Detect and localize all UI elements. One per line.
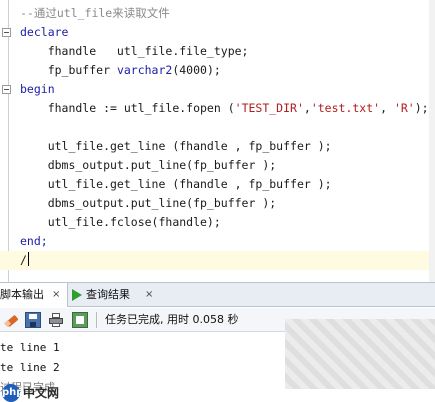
output-line: te line 1: [0, 341, 60, 354]
code-token: declare: [20, 25, 69, 39]
panel-tabs: 脚本输出 × 查询结果 ×: [0, 283, 435, 307]
code-text: dbms_output.put_line(fp_buffer );: [20, 194, 277, 213]
text-caret: [27, 252, 29, 266]
close-icon[interactable]: ×: [52, 283, 60, 307]
code-text: end;: [20, 232, 48, 251]
print-icon[interactable]: [48, 312, 64, 328]
code-token: --通过utl_file来读取文件: [20, 6, 170, 20]
code-text: utl_file.get_line (fhandle , fp_buffer )…: [20, 137, 332, 156]
code-token: dbms_output.put_line(fp_buffer );: [20, 196, 277, 210]
code-line[interactable]: declare: [0, 23, 435, 42]
code-line[interactable]: fhandle utl_file.file_type;: [0, 42, 435, 61]
fold-toggle-icon[interactable]: [2, 28, 11, 37]
code-line[interactable]: fhandle := utl_file.fopen ('TEST_DIR','t…: [0, 99, 435, 118]
task-status: 任务已完成, 用时 0.058 秒: [105, 313, 239, 326]
sql-editor[interactable]: --通过utl_file来读取文件declare fhandle utl_fil…: [0, 0, 435, 282]
code-token: utl_file.fclose(fhandle);: [20, 215, 221, 229]
code-text: fhandle utl_file.file_type;: [20, 42, 249, 61]
code-token: ,: [380, 101, 394, 115]
code-token: 'R': [393, 101, 415, 115]
toolbar-separator: [96, 312, 97, 328]
code-token: (4000);: [172, 63, 221, 77]
php-logo-icon: php: [2, 384, 23, 402]
tab-script-output[interactable]: 脚本输出 ×: [0, 283, 68, 307]
code-line[interactable]: dbms_output.put_line(fp_buffer );: [0, 194, 435, 213]
output-line: te line 2: [0, 361, 60, 374]
code-token: varchar2: [116, 63, 173, 77]
close-icon[interactable]: ×: [145, 283, 153, 307]
code-text: --通过utl_file来读取文件: [20, 4, 170, 23]
tab-script-output-label: 脚本输出: [0, 288, 44, 301]
code-line[interactable]: [0, 118, 435, 137]
watermark-text: 中文网: [23, 386, 60, 400]
code-line[interactable]: utl_file.fclose(fhandle);: [0, 213, 435, 232]
code-line[interactable]: begin: [0, 80, 435, 99]
code-text: fp_buffer varchar2(4000);: [20, 61, 221, 80]
code-token: utl_file.get_line (fhandle , fp_buffer )…: [20, 139, 332, 153]
code-text: utl_file.get_line (fhandle , fp_buffer )…: [20, 175, 332, 194]
code-token: fhandle := utl_file.fopen (: [20, 101, 235, 115]
code-text: fhandle := utl_file.fopen ('TEST_DIR','t…: [20, 99, 429, 118]
code-token: /: [20, 253, 27, 267]
code-token: 'test.txt': [310, 101, 381, 115]
code-token: dbms_output.put_line(fp_buffer );: [20, 158, 277, 172]
watermark: php 中文网: [0, 383, 80, 402]
code-line[interactable]: utl_file.get_line (fhandle , fp_buffer )…: [0, 137, 435, 156]
editor-scrollbar[interactable]: [429, 0, 435, 282]
code-line[interactable]: end;: [0, 232, 435, 251]
code-token: 'TEST_DIR': [234, 101, 304, 115]
export-icon[interactable]: [72, 312, 88, 328]
code-token: end;: [20, 234, 48, 248]
code-line[interactable]: dbms_output.put_line(fp_buffer );: [0, 156, 435, 175]
code-token: ,: [303, 101, 311, 115]
play-icon: [72, 289, 82, 301]
code-token: fhandle utl_file.file_type;: [20, 44, 249, 58]
code-line[interactable]: fp_buffer varchar2(4000);: [0, 61, 435, 80]
code-area[interactable]: --通过utl_file来读取文件declare fhandle utl_fil…: [0, 4, 435, 270]
code-token: utl_file.get_line (fhandle , fp_buffer )…: [20, 177, 332, 191]
code-token: begin: [20, 82, 55, 96]
tab-query-result[interactable]: 查询结果 ×: [70, 283, 160, 307]
fold-toggle-icon[interactable]: [2, 85, 11, 94]
code-line[interactable]: --通过utl_file来读取文件: [0, 4, 435, 23]
code-line[interactable]: /: [0, 251, 435, 270]
output-panel: 脚本输出 × 查询结果 × 任务已完成, 用时 0.058 秒 te line …: [0, 282, 435, 402]
code-text: dbms_output.put_line(fp_buffer );: [20, 156, 277, 175]
code-token: fp_buffer: [20, 63, 117, 77]
code-line[interactable]: utl_file.get_line (fhandle , fp_buffer )…: [0, 175, 435, 194]
tab-query-result-label: 查询结果: [86, 288, 130, 301]
code-text: /: [20, 251, 29, 270]
code-text: begin: [20, 80, 55, 99]
code-text: utl_file.fclose(fhandle);: [20, 213, 221, 232]
blurred-region: [285, 319, 435, 389]
code-token: );: [414, 101, 429, 115]
save-icon[interactable]: [25, 312, 41, 328]
eraser-icon[interactable]: [3, 312, 20, 328]
code-text: declare: [20, 23, 68, 42]
